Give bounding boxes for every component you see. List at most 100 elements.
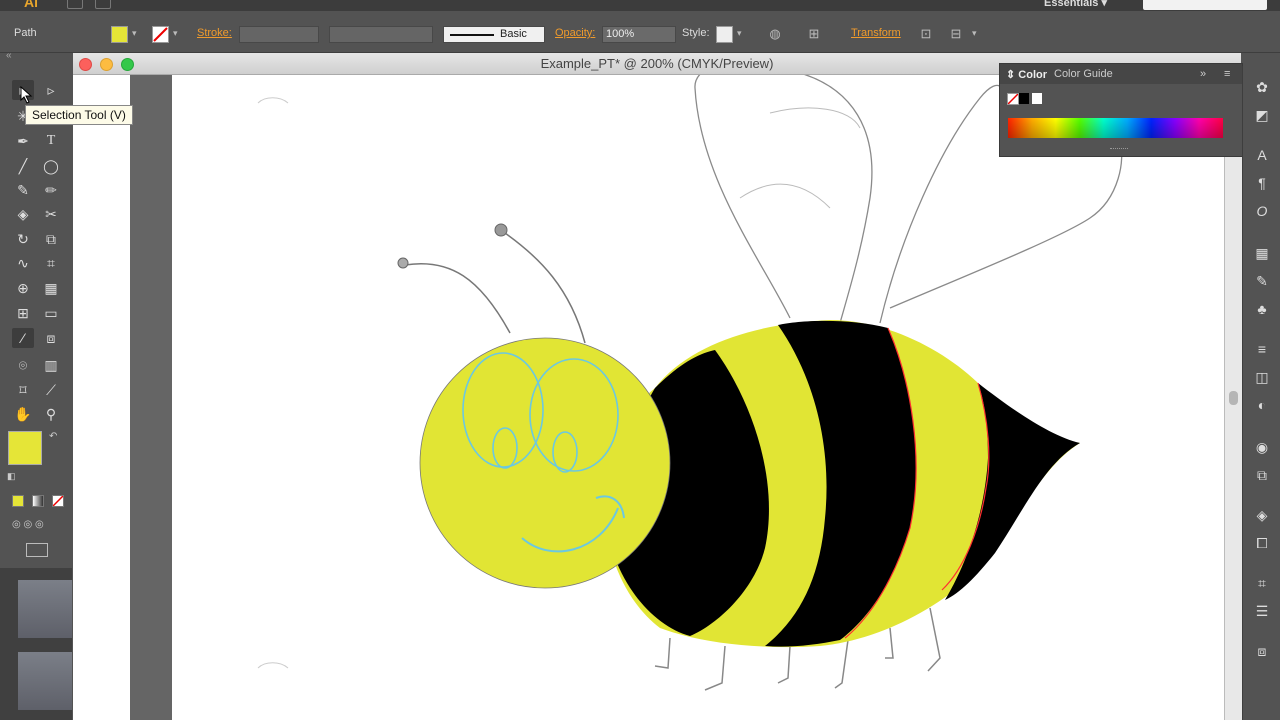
transform-panel-icon[interactable]: ⌗ <box>1253 574 1271 592</box>
character-panel-icon[interactable]: A <box>1253 146 1271 164</box>
collapse-toolbox-icon[interactable]: « <box>6 50 12 61</box>
graphic-style-swatch[interactable] <box>716 26 733 43</box>
slice-icon[interactable]: ⟋ <box>40 380 62 400</box>
variable-width-profile[interactable] <box>329 26 433 43</box>
bee-artwork[interactable] <box>172 75 1224 720</box>
opacity-field[interactable]: 100% <box>602 26 676 43</box>
none-swatch[interactable] <box>1007 93 1019 105</box>
document-title: Example_PT* @ 200% (CMYK/Preview) <box>540 56 774 71</box>
panel-menu-icon[interactable]: ≡ <box>1224 68 1230 80</box>
default-colors-icon[interactable]: ◧ <box>7 471 16 482</box>
panel-options-icon[interactable]: ⊟ <box>948 26 964 42</box>
paintbrush-icon[interactable]: ✎ <box>12 180 34 200</box>
gradient-panel-icon[interactable]: ◩ <box>1253 106 1271 124</box>
scale-icon[interactable]: ⧉ <box>40 229 62 249</box>
minimize-icon[interactable] <box>100 58 113 71</box>
vertical-scrollbar[interactable] <box>1224 75 1242 720</box>
isolate-group-icon[interactable]: ⊡ <box>918 26 934 42</box>
thumbnail-2[interactable] <box>18 652 72 710</box>
opacity-label[interactable]: Opacity: <box>555 27 595 39</box>
line-icon[interactable]: ╱ <box>12 156 34 176</box>
transparency-panel-icon[interactable]: ◫ <box>1253 368 1271 386</box>
appearance-panel-icon[interactable]: ◐ <box>1253 396 1271 414</box>
tab-color-guide[interactable]: Color Guide <box>1054 68 1113 80</box>
symbols-panel-icon[interactable]: ♣ <box>1253 300 1271 318</box>
thumbnail-1[interactable] <box>18 580 72 638</box>
tab-color[interactable]: ⇕ Color <box>1006 68 1047 81</box>
color-spectrum[interactable] <box>1008 118 1223 138</box>
perspective-icon[interactable]: ▦ <box>40 278 62 298</box>
sketch-marks <box>257 97 289 669</box>
type-icon[interactable]: T <box>40 131 62 151</box>
fill-dropdown-icon[interactable]: ▾ <box>132 28 142 40</box>
blend-icon[interactable]: ⧈ <box>40 328 62 348</box>
eraser-icon[interactable]: ◈ <box>12 204 34 224</box>
eyedropper-icon[interactable]: ⁄ <box>12 328 34 348</box>
cursor-icon <box>20 86 33 104</box>
layers-panel-icon[interactable]: ◈ <box>1253 506 1271 524</box>
pencil-icon[interactable]: ✏ <box>40 180 62 200</box>
warp-icon[interactable]: ∿ <box>12 253 34 273</box>
resize-grip-icon[interactable] <box>1110 148 1128 151</box>
pen-icon[interactable]: ✒ <box>12 131 34 151</box>
workspace-switcher[interactable]: Essentials ▾ <box>1044 0 1107 9</box>
draw-mode-icons[interactable]: ◎ ◎ ◎ <box>12 519 44 530</box>
brush-stroke-preview <box>450 34 494 36</box>
search-field[interactable] <box>1143 0 1267 10</box>
graph-icon[interactable]: ▥ <box>40 355 62 375</box>
white-swatch[interactable] <box>1032 93 1042 104</box>
stroke-panel-icon[interactable]: ≡ <box>1253 340 1271 358</box>
wing-sketch-left <box>694 75 873 324</box>
bridge-icon[interactable] <box>67 0 83 9</box>
artboards-panel-icon[interactable]: ⧠ <box>1253 534 1271 552</box>
fill-swatch[interactable] <box>111 26 128 43</box>
recolor-artwork-icon[interactable]: ◍ <box>767 26 783 42</box>
color-mode-icon[interactable] <box>12 495 24 507</box>
stroke-weight-field[interactable] <box>239 26 319 43</box>
pathfinder-panel-icon[interactable]: ⧈ <box>1253 642 1271 660</box>
tab-color-label: Color <box>1018 69 1048 81</box>
scissors-icon[interactable]: ✂ <box>40 204 62 224</box>
none-mode-icon[interactable] <box>52 495 64 507</box>
brushes-panel-icon[interactable]: ✎ <box>1253 272 1271 290</box>
vertical-scroll-thumb[interactable] <box>1229 391 1238 405</box>
swap-colors-icon[interactable]: ↶ <box>49 431 57 442</box>
collapse-panel-icon[interactable]: » <box>1200 68 1206 80</box>
brush-definition[interactable]: Basic <box>443 26 545 43</box>
color-panel-icon[interactable]: ✿ <box>1253 78 1271 96</box>
graphic-styles-panel-icon[interactable]: ◉ <box>1253 438 1271 456</box>
ellipse-icon[interactable]: ◯ <box>40 156 62 176</box>
align-panel-icon[interactable]: ☰ <box>1253 602 1271 620</box>
opentype-panel-icon[interactable]: O <box>1253 202 1271 220</box>
paragraph-panel-icon[interactable]: ¶ <box>1253 174 1271 192</box>
artboard-icon[interactable]: ⌑ <box>12 380 34 400</box>
screen-mode-icon[interactable] <box>26 543 48 557</box>
close-icon[interactable] <box>79 58 92 71</box>
free-transform-icon[interactable]: ⌗ <box>40 253 62 273</box>
direct-selection-icon[interactable]: ▹ <box>40 80 62 100</box>
more-options-dropdown-icon[interactable]: ▾ <box>972 28 982 40</box>
rotate-icon[interactable]: ↻ <box>12 229 34 249</box>
gradient-icon[interactable]: ▭ <box>40 303 62 323</box>
transform-link[interactable]: Transform <box>851 27 901 39</box>
shape-builder-icon[interactable]: ⊕ <box>12 278 34 298</box>
style-dropdown-icon[interactable]: ▾ <box>737 28 747 40</box>
asset-export-icon[interactable]: ⧉ <box>1253 466 1271 484</box>
symbol-sprayer-icon[interactable]: ⌾ <box>12 355 34 375</box>
stroke-dropdown-icon[interactable]: ▾ <box>173 28 183 40</box>
swatches-panel-icon[interactable]: ▦ <box>1253 244 1271 262</box>
black-swatch[interactable] <box>1019 93 1029 104</box>
arrange-documents-icon[interactable] <box>95 0 111 9</box>
fill-color-box[interactable] <box>8 431 42 465</box>
stroke-swatch[interactable] <box>152 26 169 43</box>
zoom-icon[interactable]: ⚲ <box>40 404 62 424</box>
hand-icon[interactable]: ✋ <box>12 404 34 424</box>
stroke-label[interactable]: Stroke: <box>197 27 232 39</box>
zoom-window-icon[interactable] <box>121 58 134 71</box>
align-icon[interactable]: ⊞ <box>806 26 822 42</box>
mesh-icon[interactable]: ⊞ <box>12 303 34 323</box>
artboard[interactable] <box>172 75 1224 720</box>
gradient-mode-icon[interactable] <box>32 495 44 507</box>
antenna-left <box>404 262 511 334</box>
right-panel-dock: ✿ ◩ A ¶ O ▦ ✎ ♣ ≡ ◫ ◐ ◉ ⧉ ◈ ⧠ ⌗ ☰ ⧈ <box>1242 66 1280 720</box>
